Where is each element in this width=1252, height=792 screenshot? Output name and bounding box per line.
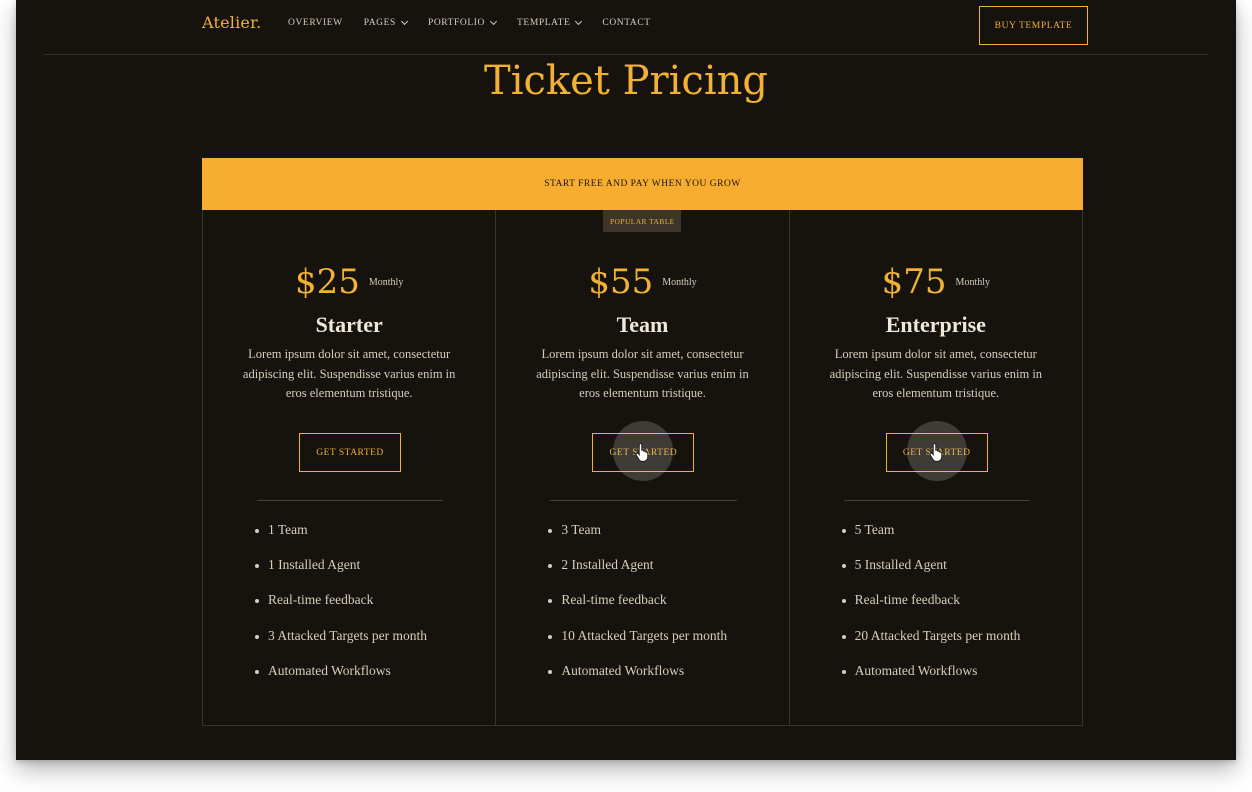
feature-list: 3 Team 2 Installed Agent Real-time feedb…	[548, 522, 727, 698]
feature-text: Real-time feedback	[561, 592, 667, 608]
plan-price: $75	[881, 262, 947, 302]
list-item: Automated Workflows	[255, 663, 427, 698]
plan-period: Monthly	[368, 277, 404, 288]
feature-list: 5 Team 5 Installed Agent Real-time feedb…	[841, 522, 1021, 698]
plan-divider	[550, 500, 737, 501]
nav-item-label: TEMPLATE	[517, 18, 571, 28]
bullet-icon	[841, 669, 846, 674]
list-item: 10 Attacked Targets per month	[548, 628, 727, 663]
list-item: Real-time feedback	[255, 592, 427, 627]
feature-text: 5 Team	[854, 522, 895, 537]
header-divider	[44, 54, 1208, 55]
bullet-icon	[841, 634, 846, 639]
pricing-table: $25 Monthly Starter Lorem ipsum dolor si…	[202, 210, 1083, 726]
plan-name: Enterprise	[885, 312, 986, 337]
feature-text: 2 Installed Agent	[561, 557, 654, 573]
nav-item-template[interactable]: TEMPLATE	[517, 17, 583, 28]
popular-badge: POPULAR TABLE	[603, 210, 682, 232]
bullet-icon	[548, 529, 553, 533]
plan-name: Team	[616, 312, 669, 337]
feature-text: 3 Team	[561, 522, 601, 537]
feature-text: Real-time feedback	[268, 592, 374, 608]
bullet-icon	[548, 599, 553, 604]
nav-item-label: OVERVIEW	[288, 18, 343, 28]
price-row: $55 Monthly	[496, 262, 788, 302]
logo[interactable]: Atelier.	[202, 13, 261, 32]
plan-description: Lorem ipsum dolor sit amet, consectetur …	[242, 347, 456, 400]
nav-item-pages[interactable]: PAGES	[363, 17, 408, 28]
nav-item-overview[interactable]: OVERVIEW	[288, 18, 343, 28]
feature-text: 5 Installed Agent	[854, 557, 947, 573]
plan-card-enterprise: $75 Monthly Enterprise Lorem ipsum dolor…	[788, 210, 1082, 725]
list-item: 20 Attacked Targets per month	[841, 627, 1021, 663]
bullet-icon	[548, 564, 553, 569]
bullet-icon	[841, 529, 846, 533]
get-started-button[interactable]: GET STARTED	[299, 433, 401, 472]
list-item: 1 Team	[255, 522, 427, 557]
bullet-icon	[255, 599, 259, 604]
list-item: 1 Installed Agent	[255, 557, 427, 592]
list-item: 3 Attacked Targets per month	[255, 628, 427, 663]
top-navbar: Atelier. OVERVIEW PAGES PORTFOLIO TEMPLA…	[16, 0, 1236, 54]
feature-text: 1 Installed Agent	[268, 557, 361, 573]
feature-text: Automated Workflows	[854, 662, 978, 678]
list-item: 3 Team	[548, 522, 727, 557]
plan-price: $25	[294, 262, 360, 302]
plan-description: Lorem ipsum dolor sit amet, consectetur …	[829, 347, 1043, 400]
hand-cursor-icon	[929, 442, 942, 462]
nav-item-contact[interactable]: CONTACT	[602, 18, 650, 28]
page-window: Atelier. OVERVIEW PAGES PORTFOLIO TEMPLA…	[16, 0, 1236, 760]
page-title: Ticket Pricing	[484, 58, 768, 104]
feature-text: Real-time feedback	[854, 592, 960, 608]
plan-card-team: POPULAR TABLE $55 Monthly Team Lorem ips…	[495, 210, 788, 725]
feature-text: Automated Workflows	[268, 662, 391, 678]
feature-text: 3 Attacked Targets per month	[268, 627, 428, 643]
pricing-banner: START FREE AND PAY WHEN YOU GROW	[202, 158, 1083, 210]
plan-divider	[257, 500, 444, 501]
plan-divider	[843, 500, 1030, 501]
list-item: 5 Team	[841, 522, 1021, 557]
bullet-icon	[255, 634, 259, 639]
buy-template-button[interactable]: BUY TEMPLATE	[979, 6, 1088, 45]
hand-cursor-icon	[635, 442, 649, 462]
list-item: Automated Workflows	[841, 662, 1021, 698]
bullet-icon	[255, 564, 259, 569]
list-item: 2 Installed Agent	[548, 557, 727, 592]
price-row: $75 Monthly	[790, 262, 1082, 302]
feature-text: 20 Attacked Targets per month	[854, 627, 1021, 643]
feature-list: 1 Team 1 Installed Agent Real-time feedb…	[255, 522, 427, 698]
price-row: $25 Monthly	[203, 262, 495, 302]
plan-period: Monthly	[662, 277, 697, 288]
chevron-down-icon	[400, 17, 408, 26]
bullet-icon	[841, 564, 846, 569]
chevron-down-icon	[489, 17, 498, 26]
plan-period: Monthly	[955, 277, 990, 288]
list-item: Automated Workflows	[548, 663, 727, 698]
nav-item-label: CONTACT	[602, 18, 651, 28]
plan-card-starter: $25 Monthly Starter Lorem ipsum dolor si…	[203, 210, 495, 725]
nav-item-label: PORTFOLIO	[427, 18, 486, 28]
list-item: Real-time feedback	[841, 592, 1021, 627]
bullet-icon	[255, 529, 259, 533]
plan-description: Lorem ipsum dolor sit amet, consectetur …	[536, 347, 749, 400]
chevron-down-icon	[575, 17, 583, 26]
nav-item-portfolio[interactable]: PORTFOLIO	[427, 17, 498, 28]
plan-name: Starter	[315, 312, 383, 337]
bullet-icon	[548, 669, 553, 674]
feature-text: 10 Attacked Targets per month	[561, 627, 728, 643]
bullet-icon	[841, 599, 846, 604]
main-menu: OVERVIEW PAGES PORTFOLIO TEMPLATE CONTAC…	[288, 17, 672, 28]
list-item: 5 Installed Agent	[841, 557, 1021, 592]
feature-text: Automated Workflows	[561, 662, 685, 678]
nav-item-label: PAGES	[363, 18, 396, 28]
bullet-icon	[255, 669, 259, 674]
feature-text: 1 Team	[268, 522, 308, 537]
bullet-icon	[548, 634, 553, 639]
plan-price: $55	[588, 262, 654, 302]
list-item: Real-time feedback	[548, 592, 727, 627]
